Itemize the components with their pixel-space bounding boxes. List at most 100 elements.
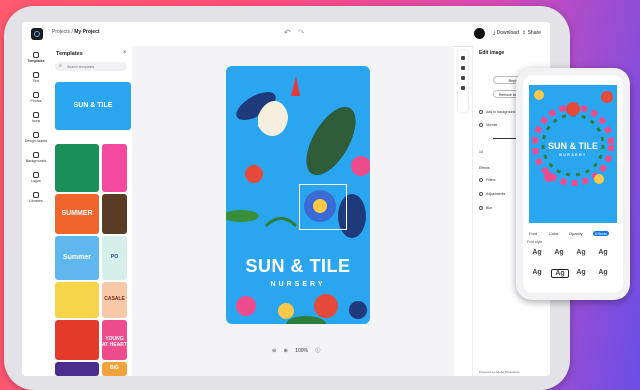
rail-label: Icons xyxy=(31,119,41,123)
template-thumbnail[interactable] xyxy=(102,194,127,234)
libraries-icon xyxy=(33,192,39,198)
effects-heading: Effects xyxy=(479,166,490,170)
template-thumbnail-label: BIG xyxy=(110,365,119,371)
duplicate-icon[interactable] xyxy=(461,66,465,70)
adjustments-label: Adjustments xyxy=(486,192,506,196)
blur-label: Blur xyxy=(486,206,493,210)
tab-effects[interactable]: Effects xyxy=(593,231,610,236)
phone-poster-title[interactable]: SUN & TILE xyxy=(529,141,617,151)
size-field[interactable]: 14 xyxy=(479,150,483,154)
zoom-info-icon[interactable]: ⓘ xyxy=(315,348,320,354)
backgrounds-icon xyxy=(33,152,39,158)
template-thumbnail[interactable]: CASALE xyxy=(102,282,127,318)
templates-panel: Templates × ⌕ Search templates SUN & TIL… xyxy=(50,46,133,376)
share-icon: ⇪ xyxy=(522,30,527,36)
zoom-in-icon[interactable]: ⊕ xyxy=(284,348,288,354)
phone-screen: SUN & TILE NURSERY Font Color Opacity Ef… xyxy=(523,75,623,293)
download-icon: ⤓ xyxy=(493,30,496,36)
blend-mode-select[interactable]: Normal xyxy=(479,123,497,128)
rail-label: Libraries xyxy=(29,199,43,203)
icons-icon xyxy=(33,112,39,118)
font-style-option[interactable]: Ag xyxy=(551,249,567,256)
rail-item-icons[interactable]: Icons xyxy=(22,112,50,123)
add-to-background-label: Add to background xyxy=(486,110,516,114)
rail-item-design-assets[interactable]: Design Assets xyxy=(22,132,50,143)
template-thumbnail-label: SUN & TILE xyxy=(73,102,113,109)
blur-row[interactable]: Blur xyxy=(479,206,493,211)
rail-item-photos[interactable]: Photos xyxy=(22,92,50,103)
font-style-option[interactable]: Ag xyxy=(595,249,611,256)
download-button[interactable]: ⤓ Download xyxy=(493,30,519,36)
template-thumbnail[interactable] xyxy=(55,282,99,318)
redo-icon[interactable]: ↷ xyxy=(298,28,305,37)
template-thumbnail-label: PO xyxy=(110,254,119,260)
poster-canvas[interactable]: SUN & TILE NURSERY xyxy=(226,66,370,324)
template-thumbnail[interactable]: SUN & TILE xyxy=(55,82,131,130)
search-icon: ⌕ xyxy=(59,63,62,69)
phone-poster-subtitle[interactable]: NURSERY xyxy=(529,153,617,157)
template-thumbnail-label: SUMMER xyxy=(61,210,93,217)
template-thumbnail[interactable]: BIG xyxy=(102,362,127,376)
phone-frame: SUN & TILE NURSERY Font Color Opacity Ef… xyxy=(516,68,630,300)
breadcrumb-projects[interactable]: Projects xyxy=(52,29,70,35)
close-icon[interactable]: × xyxy=(123,50,127,56)
zoom-out-icon[interactable]: ⊖ xyxy=(272,348,276,354)
zoom-level[interactable]: 100% xyxy=(295,348,308,354)
tab-font[interactable]: Font xyxy=(529,231,537,236)
template-thumbnail[interactable] xyxy=(55,362,99,376)
tab-opacity[interactable]: Opacity xyxy=(569,231,583,236)
template-thumbnail[interactable]: YOUNG AT HEART xyxy=(102,320,127,360)
left-rail: Templates Text Photos Icons Design Asset… xyxy=(22,46,51,376)
photos-icon xyxy=(33,92,39,98)
delete-icon[interactable] xyxy=(461,86,465,90)
font-style-option[interactable]: Ag xyxy=(573,249,589,256)
font-style-option[interactable]: Ag xyxy=(529,249,545,256)
tab-color[interactable]: Color xyxy=(549,231,559,236)
poster-title[interactable]: SUN & TILE xyxy=(226,256,370,277)
rail-label: Templates xyxy=(27,59,45,63)
add-icon xyxy=(479,110,483,115)
vertical-toolbar xyxy=(458,50,468,112)
rail-item-backgrounds[interactable]: Backgrounds xyxy=(22,152,50,163)
app-logo-icon[interactable] xyxy=(31,28,43,40)
rail-item-libraries[interactable]: Libraries xyxy=(22,192,50,203)
search-input[interactable]: ⌕ Search templates xyxy=(55,62,127,71)
logos-icon xyxy=(33,172,39,178)
template-thumbnail[interactable] xyxy=(55,144,99,192)
add-to-background-row[interactable]: Add to background xyxy=(479,110,516,115)
font-style-option[interactable]: Ag xyxy=(573,269,589,276)
size-value: 14 xyxy=(479,150,483,154)
breadcrumb-current[interactable]: My Project xyxy=(74,29,99,35)
phone-poster[interactable]: SUN & TILE NURSERY xyxy=(529,85,617,223)
breadcrumb: Projects / My Project xyxy=(52,29,100,35)
undo-icon[interactable]: ↶ xyxy=(284,28,291,37)
share-button[interactable]: ⇪ Share xyxy=(522,30,541,36)
user-avatar[interactable] xyxy=(474,28,485,39)
design-assets-icon xyxy=(33,132,39,138)
adjustments-icon xyxy=(479,192,483,197)
font-style-option[interactable]: Ag xyxy=(551,269,569,278)
selection-box[interactable] xyxy=(299,184,347,230)
layer-icon[interactable] xyxy=(461,56,465,60)
poster-subtitle[interactable]: NURSERY xyxy=(226,281,370,288)
rail-label: Logos xyxy=(31,179,41,183)
arrange-icon[interactable] xyxy=(461,76,465,80)
rail-item-text[interactable]: Text xyxy=(22,72,50,83)
rail-item-templates[interactable]: Templates xyxy=(22,52,50,63)
zoom-controls: ⊖ ⊕ 100% ⓘ xyxy=(272,347,326,354)
tablet-frame: Projects / My Project ↶ ↷ ⤓ Download ⇪ S… xyxy=(4,6,570,390)
template-thumbnail[interactable]: SUMMER xyxy=(55,194,99,234)
rail-label: Backgrounds xyxy=(25,159,47,163)
adjustments-row[interactable]: Adjustments xyxy=(479,192,506,197)
filters-row[interactable]: Filters xyxy=(479,178,496,183)
template-thumbnail[interactable]: Summer xyxy=(55,236,99,280)
templates-icon xyxy=(33,52,39,58)
font-style-option[interactable]: Ag xyxy=(529,269,545,276)
template-thumbnail[interactable]: PO xyxy=(102,236,127,280)
edit-panel-title: Edit image xyxy=(479,50,505,56)
template-thumbnail[interactable] xyxy=(102,144,127,192)
breadcrumb-separator: / xyxy=(71,29,73,35)
font-style-option[interactable]: Ag xyxy=(595,269,611,276)
rail-item-logos[interactable]: Logos xyxy=(22,172,50,183)
template-thumbnail[interactable] xyxy=(55,320,99,360)
